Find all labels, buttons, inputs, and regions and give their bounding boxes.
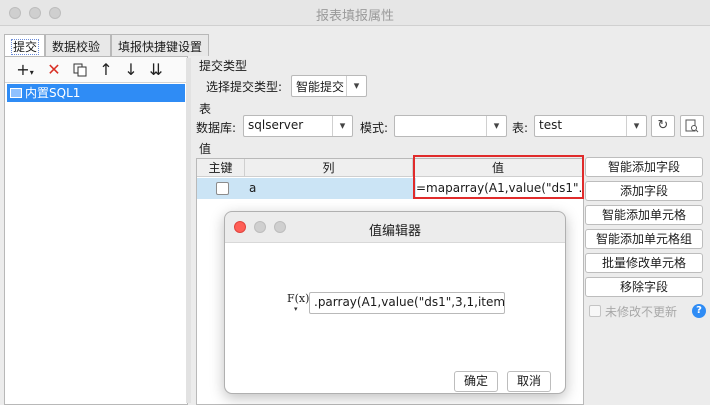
delete-x-icon[interactable]: ✕ <box>43 60 65 80</box>
dialog-body: F(x) ▾ .parray(A1,value("ds1",3,1,item))… <box>225 242 565 393</box>
chevron-down-icon: ▾ <box>626 116 646 136</box>
table-label: 表: <box>512 121 529 135</box>
submit-list-toolbar: +▾ ✕ ↑ ↓ ⇊ <box>5 57 187 83</box>
table-section-label: 表 <box>199 102 212 116</box>
refresh-icon[interactable]: ↻ <box>651 115 675 137</box>
formula-fx-icon[interactable]: F(x) ▾ <box>287 291 309 313</box>
submit-type-select[interactable]: 智能提交 ▾ <box>291 75 367 97</box>
arrow-down-icon[interactable]: ↓ <box>120 60 142 80</box>
chevron-down-icon: ▾ <box>332 116 352 136</box>
key-cell <box>197 178 245 199</box>
tab-shortcut-settings[interactable]: 填报快捷键设置 <box>111 34 209 56</box>
submit-type-label: 选择提交类型: <box>206 80 283 94</box>
schema-select[interactable]: ▾ <box>394 115 507 137</box>
primary-key-checkbox[interactable] <box>216 182 229 195</box>
chevron-down-icon: ▾ <box>346 76 366 96</box>
tab-submit[interactable]: 提交 <box>4 34 45 57</box>
plus-dropdown-icon[interactable]: +▾ <box>11 60 39 80</box>
ok-button[interactable]: 确定 <box>454 371 498 392</box>
database-icon <box>10 88 22 98</box>
column-header-key[interactable]: 主键 <box>197 159 245 177</box>
cancel-button[interactable]: 取消 <box>507 371 551 392</box>
add-field-button[interactable]: 添加字段 <box>585 181 703 201</box>
submit-list-panel: +▾ ✕ ↑ ↓ ⇊ 内置SQL1 <box>4 56 188 405</box>
table-select[interactable]: test ▾ <box>534 115 647 137</box>
database-select[interactable]: sqlserver ▾ <box>243 115 353 137</box>
left-scrollbar[interactable] <box>186 58 191 403</box>
dialog-title: 值编辑器 <box>368 224 421 239</box>
help-icon[interactable]: ? <box>692 304 706 318</box>
window-title: 报表填报属性 <box>315 9 394 24</box>
formula-input[interactable]: .parray(A1,value("ds1",3,1,item)) <box>309 292 505 314</box>
no-update-unchanged-checkbox[interactable] <box>589 305 601 317</box>
schema-label: 模式: <box>360 121 389 135</box>
chevron-down-icon: ▾ <box>294 305 298 313</box>
copy-icon[interactable] <box>69 60 91 80</box>
value-column-highlight <box>413 155 584 199</box>
smart-add-cell-group-button[interactable]: 智能添加单元格组 <box>585 229 703 249</box>
values-section-label: 值 <box>199 142 212 156</box>
value-editor-dialog: 值编辑器 F(x) ▾ .parray(A1,value("ds1",3,1,i… <box>224 211 566 394</box>
column-cell[interactable]: a <box>249 178 409 199</box>
submit-list-item[interactable]: 内置SQL1 <box>7 84 185 102</box>
arrow-up-icon[interactable]: ↑ <box>95 60 117 80</box>
smart-add-cell-button[interactable]: 智能添加单元格 <box>585 205 703 225</box>
chevron-down-icon: ▾ <box>486 116 506 136</box>
smart-add-field-button[interactable]: 智能添加字段 <box>585 157 703 177</box>
title-bar: 报表填报属性 <box>0 0 710 26</box>
remove-field-button[interactable]: 移除字段 <box>585 277 703 297</box>
no-update-unchanged-option[interactable]: 未修改不更新 <box>589 303 709 319</box>
database-label: 数据库: <box>196 121 237 135</box>
column-header-column[interactable]: 列 <box>245 159 413 177</box>
tab-data-validation[interactable]: 数据校验 <box>45 34 111 56</box>
batch-modify-cell-button[interactable]: 批量修改单元格 <box>585 253 703 273</box>
preview-table-icon[interactable] <box>680 115 704 137</box>
move-bottom-icon[interactable]: ⇊ <box>145 60 167 80</box>
submit-type-section-label: 提交类型 <box>199 59 248 73</box>
